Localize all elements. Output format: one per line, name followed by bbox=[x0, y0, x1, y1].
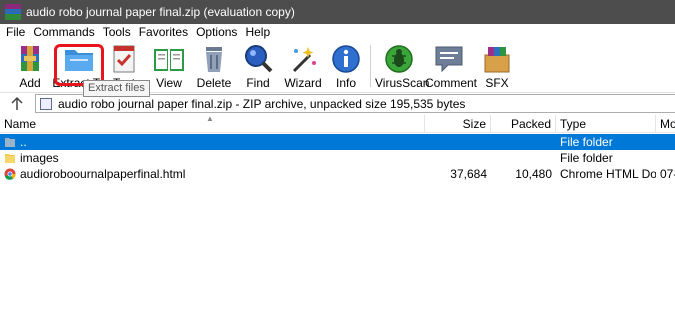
parent-folder-icon bbox=[5, 138, 15, 147]
table-row[interactable]: audioroboournalpaperfinal.html 37,684 10… bbox=[0, 166, 675, 182]
file-size bbox=[425, 134, 487, 150]
add-button[interactable]: Add bbox=[10, 43, 50, 90]
menu-commands[interactable]: Commands bbox=[29, 24, 98, 41]
bug-shield-icon bbox=[385, 45, 413, 73]
add-archive-icon bbox=[21, 46, 39, 71]
column-header-row: Name ▲ Size Packed Type Mo bbox=[0, 114, 675, 133]
file-modified bbox=[660, 134, 675, 150]
toolbar-separator bbox=[370, 45, 371, 87]
up-arrow-icon[interactable] bbox=[8, 95, 26, 113]
menu-bar: File Commands Tools Favorites Options He… bbox=[0, 24, 675, 41]
sfx-button[interactable]: SFX bbox=[478, 43, 516, 90]
menu-help[interactable]: Help bbox=[241, 24, 274, 41]
file-type: File folder bbox=[560, 135, 613, 149]
file-name: .. bbox=[20, 135, 27, 149]
file-size bbox=[425, 150, 487, 166]
view-button[interactable]: View bbox=[148, 43, 190, 90]
wizard-button[interactable]: Wizard bbox=[282, 43, 324, 90]
column-header-type[interactable]: Type bbox=[556, 115, 656, 133]
menu-tools[interactable]: Tools bbox=[99, 24, 135, 41]
file-packed bbox=[491, 150, 552, 166]
file-size: 37,684 bbox=[450, 167, 487, 181]
table-row[interactable]: .. File folder bbox=[0, 134, 675, 150]
comment-button[interactable]: Comment bbox=[425, 43, 477, 90]
menu-favorites[interactable]: Favorites bbox=[135, 24, 192, 41]
info-button[interactable]: Info bbox=[328, 43, 364, 90]
window-title: audio robo journal paper final.zip (eval… bbox=[26, 5, 295, 19]
file-modified: 07- bbox=[660, 167, 675, 181]
chrome-icon bbox=[4, 168, 16, 180]
file-modified bbox=[660, 150, 675, 166]
title-bar: audio robo journal paper final.zip (eval… bbox=[0, 0, 675, 24]
extract-tooltip: Extract files bbox=[83, 80, 150, 97]
archive-path-text: audio robo journal paper final.zip - ZIP… bbox=[58, 96, 466, 111]
virusscan-button[interactable]: VirusScan bbox=[375, 43, 429, 90]
sfx-box-icon bbox=[484, 47, 510, 73]
zip-archive-icon bbox=[40, 97, 52, 110]
comment-icon bbox=[435, 46, 463, 73]
trash-icon bbox=[206, 47, 222, 72]
magnifier-icon bbox=[245, 45, 273, 73]
folder-icon bbox=[5, 154, 15, 163]
menu-options[interactable]: Options bbox=[192, 24, 241, 41]
wand-icon bbox=[292, 47, 316, 73]
column-header-size[interactable]: Size bbox=[425, 115, 491, 133]
file-packed bbox=[491, 134, 552, 150]
view-book-icon bbox=[154, 49, 184, 71]
file-name: audioroboournalpaperfinal.html bbox=[20, 167, 186, 181]
info-icon bbox=[332, 45, 360, 73]
delete-button[interactable]: Delete bbox=[193, 43, 235, 90]
file-name: images bbox=[20, 151, 59, 165]
find-button[interactable]: Find bbox=[240, 43, 276, 90]
sort-ascending-icon: ▲ bbox=[206, 114, 214, 123]
column-header-modified[interactable]: Mo bbox=[656, 115, 675, 133]
file-type: File folder bbox=[560, 151, 613, 165]
file-list: Name ▲ Size Packed Type Mo .. File folde… bbox=[0, 114, 675, 331]
file-type: Chrome HTML Doc... bbox=[560, 167, 656, 181]
table-row[interactable]: images File folder bbox=[0, 150, 675, 166]
menu-file[interactable]: File bbox=[2, 24, 29, 41]
file-packed: 10,480 bbox=[515, 167, 552, 181]
winrar-app-icon[interactable] bbox=[5, 4, 21, 20]
column-header-packed[interactable]: Packed bbox=[491, 115, 556, 133]
test-icon bbox=[113, 45, 135, 73]
